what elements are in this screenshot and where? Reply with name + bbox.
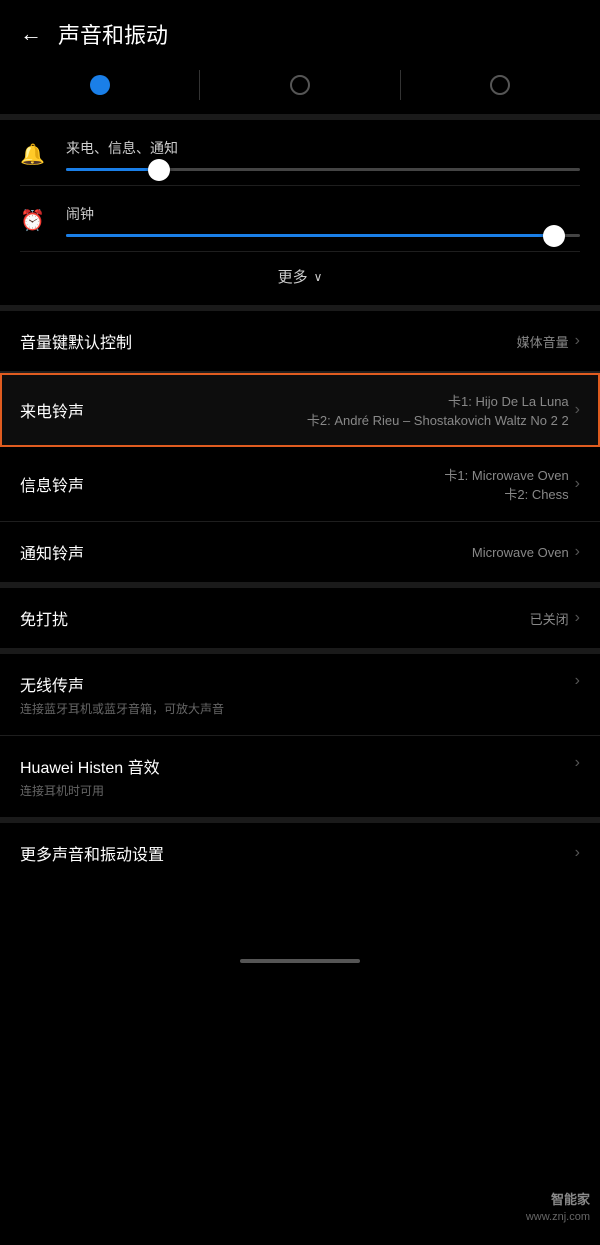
ringtone-volume-content: 来电、信息、通知 — [66, 138, 580, 171]
chevron-right-more-settings: › — [575, 844, 580, 862]
home-indicator — [240, 959, 360, 963]
histen-content: Huawei Histen 音效 连接耳机时可用 — [20, 754, 160, 799]
chevron-right-wireless: › — [575, 672, 580, 690]
ringtone-volume-row: 🔔 来电、信息、通知 — [20, 120, 580, 186]
more-settings-label: 更多声音和振动设置 — [20, 841, 164, 865]
more-settings-right: › — [575, 844, 580, 862]
alarm-slider-track[interactable] — [66, 234, 580, 237]
tab-2[interactable] — [200, 75, 399, 95]
ringtone-slider-track[interactable] — [66, 168, 580, 171]
alarm-slider-fill — [66, 234, 554, 237]
watermark-line2: www.znj.com — [526, 1210, 590, 1225]
chevron-right-icon-3: › — [575, 543, 580, 561]
settings-list: 音量键默认控制 媒体音量 › 来电铃声 卡1: Hijo De La Luna … — [0, 311, 600, 582]
more-label: 更多 — [278, 266, 308, 287]
histen-label: Huawei Histen 音效 — [20, 754, 160, 778]
volume-key-right: 媒体音量 › — [517, 332, 580, 351]
wireless-content: 无线传声 连接蓝牙耳机或蓝牙音箱，可放大声音 — [20, 672, 224, 717]
alarm-volume-content: 闹钟 — [66, 204, 580, 237]
wireless-section: 无线传声 连接蓝牙耳机或蓝牙音箱，可放大声音 › Huawei Histen 音… — [0, 654, 600, 817]
dnd-section: 免打扰 已关闭 › — [0, 588, 600, 648]
chevron-right-dnd: › — [575, 609, 580, 627]
list-item-wireless[interactable]: 无线传声 连接蓝牙耳机或蓝牙音箱，可放大声音 › — [0, 654, 600, 736]
volume-key-label: 音量键默认控制 — [20, 329, 132, 353]
alarm-icon: ⏰ — [20, 208, 56, 233]
list-item-ringtone[interactable]: 来电铃声 卡1: Hijo De La Luna 卡2: André Rieu … — [0, 373, 600, 447]
wireless-sublabel: 连接蓝牙耳机或蓝牙音箱，可放大声音 — [20, 700, 224, 717]
page-title: 声音和振动 — [58, 18, 168, 50]
tab-3[interactable] — [401, 75, 600, 95]
list-item-more-settings[interactable]: 更多声音和振动设置 › — [0, 823, 600, 883]
list-item-volume-key[interactable]: 音量键默认控制 媒体音量 › — [0, 311, 600, 372]
message-tone-value: 卡1: Microwave Oven 卡2: Chess — [444, 465, 568, 503]
dnd-value: 已关闭 — [530, 609, 569, 628]
tab-dot-inactive-3 — [490, 75, 510, 95]
alarm-volume-label: 闹钟 — [66, 204, 580, 224]
notification-tone-right: Microwave Oven › — [472, 543, 580, 561]
ringtone-value: 卡1: Hijo De La Luna 卡2: André Rieu – Sho… — [307, 391, 569, 429]
tab-dot-active — [90, 75, 110, 95]
notification-tone-value: Microwave Oven — [472, 545, 569, 560]
ringtone-slider-thumb[interactable] — [148, 159, 170, 181]
chevron-right-histen: › — [575, 754, 580, 772]
wireless-label: 无线传声 — [20, 672, 224, 696]
volume-section: 🔔 来电、信息、通知 ⏰ 闹钟 更多 ∨ — [0, 120, 600, 305]
list-item-notification-tone[interactable]: 通知铃声 Microwave Oven › — [0, 522, 600, 582]
more-settings-section: 更多声音和振动设置 › — [0, 823, 600, 883]
volume-key-value: 媒体音量 — [517, 332, 569, 351]
alarm-volume-row: ⏰ 闹钟 — [20, 186, 580, 252]
dnd-label: 免打扰 — [20, 606, 68, 630]
chevron-right-icon-0: › — [575, 332, 580, 350]
list-item-histen[interactable]: Huawei Histen 音效 连接耳机时可用 › — [0, 736, 600, 817]
ringtone-label: 来电铃声 — [20, 398, 84, 422]
ringtone-slider-fill — [66, 168, 159, 171]
notification-tone-label: 通知铃声 — [20, 540, 84, 564]
chevron-right-icon-1: › — [575, 401, 580, 419]
message-tone-right: 卡1: Microwave Oven 卡2: Chess › — [444, 465, 580, 503]
alarm-slider-thumb[interactable] — [543, 225, 565, 247]
message-tone-label: 信息铃声 — [20, 472, 84, 496]
bottom-bar — [0, 943, 600, 983]
list-item-dnd[interactable]: 免打扰 已关闭 › — [0, 588, 600, 648]
chevron-right-icon-2: › — [575, 475, 580, 493]
watermark: 智能家 www.znj.com — [526, 1191, 590, 1225]
histen-right: › — [575, 754, 580, 772]
ringtone-volume-label: 来电、信息、通知 — [66, 138, 580, 158]
bell-icon: 🔔 — [20, 142, 56, 167]
dnd-right: 已关闭 › — [530, 609, 580, 628]
wireless-right: › — [575, 672, 580, 690]
ringtone-right: 卡1: Hijo De La Luna 卡2: André Rieu – Sho… — [307, 391, 580, 429]
header: ← 声音和振动 — [0, 0, 600, 60]
histen-sublabel: 连接耳机时可用 — [20, 782, 160, 799]
more-row[interactable]: 更多 ∨ — [20, 252, 580, 305]
chevron-down-icon: ∨ — [314, 270, 323, 284]
tab-dot-inactive-2 — [290, 75, 310, 95]
tab-row — [0, 60, 600, 114]
tab-1[interactable] — [0, 75, 199, 95]
list-item-message-tone[interactable]: 信息铃声 卡1: Microwave Oven 卡2: Chess › — [0, 447, 600, 522]
watermark-line1: 智能家 — [526, 1191, 590, 1209]
back-button[interactable]: ← — [20, 21, 42, 47]
